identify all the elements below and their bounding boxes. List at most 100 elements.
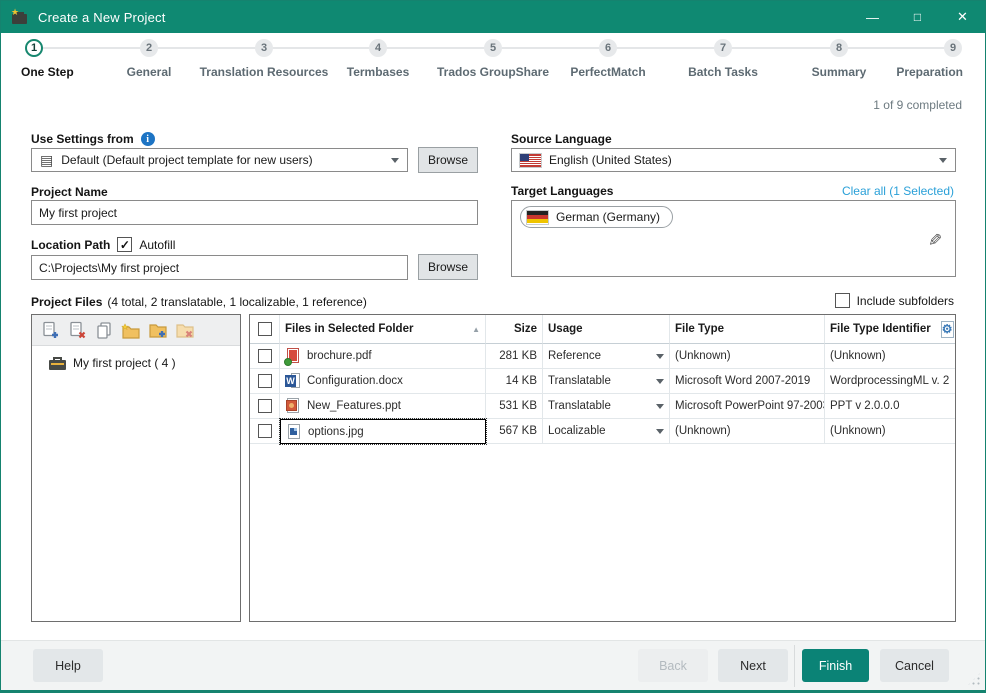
edit-pencil-icon[interactable]: ✎ [928, 231, 942, 251]
open-folder-icon[interactable] [120, 319, 142, 341]
header-files-in-selected-folder[interactable]: Files in Selected Folder ▲ [280, 315, 486, 344]
help-button[interactable]: Help [33, 649, 103, 682]
step-label-batch-tasks[interactable]: Batch Tasks [688, 65, 758, 79]
app-project-icon: ★ [11, 9, 29, 25]
file-type: (Unknown) [670, 344, 825, 369]
source-language-label: Source Language [511, 132, 612, 146]
header-size[interactable]: Size [486, 315, 543, 344]
finish-button[interactable]: Finish [802, 649, 869, 682]
step-circle-3[interactable]: 3 [255, 39, 273, 57]
usage-dropdown[interactable]: Localizable [543, 419, 670, 444]
title-bar: ★ Create a New Project — □ ✕ [1, 1, 985, 33]
project-name-label: Project Name [31, 185, 108, 199]
remove-files-icon[interactable] [66, 319, 88, 341]
usage-dropdown[interactable]: Translatable [543, 369, 670, 394]
table-row[interactable]: New_Features.ppt 531 KB Translatable Mic… [250, 394, 955, 419]
step-circle-6[interactable]: 6 [599, 39, 617, 57]
dialog-footer: Help Back Next Finish Cancel [1, 640, 985, 690]
step-label-termbases[interactable]: Termbases [347, 65, 409, 79]
table-row[interactable]: options.jpg 567 KB Localizable (Unknown)… [250, 419, 955, 444]
project-folder-icon [49, 357, 66, 370]
usage-dropdown[interactable]: Reference [543, 344, 670, 369]
window-title: Create a New Project [38, 10, 166, 25]
step-label-trados-groupshare[interactable]: Trados GroupShare [437, 65, 549, 79]
location-path-field[interactable] [31, 255, 408, 280]
image-file-icon [286, 424, 302, 440]
file-type-identifier: (Unknown) [825, 344, 955, 369]
chevron-down-icon [391, 158, 399, 163]
use-settings-label: Use Settings from i [31, 132, 155, 146]
file-size: 531 KB [486, 394, 543, 419]
project-files-label: Project Files(4 total, 2 translatable, 1… [31, 295, 367, 309]
step-label-one-step[interactable]: One Step [21, 65, 74, 79]
maximize-button[interactable]: □ [895, 1, 940, 33]
step-circle-1[interactable]: 1 [25, 39, 43, 57]
copy-files-icon[interactable] [93, 319, 115, 341]
step-label-preparation[interactable]: Preparation [896, 65, 963, 79]
row-checkbox[interactable] [258, 349, 272, 363]
header-usage[interactable]: Usage [543, 315, 670, 344]
header-file-type-identifier[interactable]: File Type Identifier ⚙ [825, 315, 955, 344]
next-button[interactable]: Next [718, 649, 788, 682]
browse-location-button[interactable]: Browse [418, 254, 478, 280]
clear-all-link[interactable]: Clear all (1 Selected) [842, 184, 954, 198]
select-all-checkbox[interactable] [258, 322, 272, 336]
step-circle-5[interactable]: 5 [484, 39, 502, 57]
step-circle-9[interactable]: 9 [944, 39, 962, 57]
cancel-button[interactable]: Cancel [880, 649, 949, 682]
file-size: 281 KB [486, 344, 543, 369]
include-subfolders-checkbox[interactable] [835, 293, 850, 308]
file-size: 567 KB [486, 419, 543, 444]
settings-template-combobox[interactable]: ▤ Default (Default project template for … [31, 148, 408, 172]
step-circle-7[interactable]: 7 [714, 39, 732, 57]
table-row[interactable]: brochure.pdf 281 KB Reference (Unknown) … [250, 344, 955, 369]
step-circle-2[interactable]: 2 [140, 39, 158, 57]
include-subfolders-label: Include subfolders [857, 294, 954, 308]
target-languages-box[interactable]: German (Germany) ✎ [511, 200, 956, 277]
pdf-file-icon [285, 348, 301, 364]
files-table: Files in Selected Folder ▲ Size Usage Fi… [249, 314, 956, 622]
file-name: options.jpg [308, 426, 364, 438]
wizard-progress-status: 1 of 9 completed [873, 98, 962, 112]
target-language-chip[interactable]: German (Germany) [520, 206, 673, 228]
table-row[interactable]: WConfiguration.docx 14 KB Translatable M… [250, 369, 955, 394]
autofill-checkbox[interactable] [117, 237, 132, 252]
file-name: New_Features.ppt [307, 400, 401, 412]
add-folder-icon[interactable] [147, 319, 169, 341]
file-name: brochure.pdf [307, 350, 372, 362]
target-language-chip-label: German (Germany) [556, 210, 660, 224]
resize-grip[interactable] [967, 672, 981, 686]
source-language-combobox[interactable]: English (United States) [511, 148, 956, 172]
row-checkbox[interactable] [258, 374, 272, 388]
sort-ascending-icon: ▲ [472, 325, 480, 334]
back-button[interactable]: Back [638, 649, 708, 682]
file-type-identifier: WordprocessingML v. 2 [825, 369, 955, 394]
word-file-icon: W [285, 373, 301, 389]
footer-divider [794, 645, 795, 687]
step-circle-4[interactable]: 4 [369, 39, 387, 57]
tree-toolbar [32, 315, 240, 346]
step-label-summary[interactable]: Summary [812, 65, 867, 79]
settings-template-value: Default (Default project template for ne… [61, 153, 312, 167]
file-type-settings-gear-icon[interactable]: ⚙ [941, 321, 954, 338]
header-file-type[interactable]: File Type [670, 315, 825, 344]
file-type: Microsoft PowerPoint 97-2003 [670, 394, 825, 419]
project-name-field[interactable] [31, 200, 478, 225]
browse-settings-button[interactable]: Browse [418, 147, 478, 173]
minimize-button[interactable]: — [850, 1, 895, 33]
step-circle-8[interactable]: 8 [830, 39, 848, 57]
row-checkbox[interactable] [258, 399, 272, 413]
german-flag-icon [527, 211, 548, 224]
tree-root-item[interactable]: My first project ( 4 ) [49, 356, 240, 370]
autofill-label: Autofill [139, 238, 175, 252]
close-button[interactable]: ✕ [940, 1, 985, 33]
row-checkbox[interactable] [258, 424, 272, 438]
usage-dropdown[interactable]: Translatable [543, 394, 670, 419]
focused-file-name-cell[interactable]: options.jpg [280, 419, 486, 444]
step-label-general[interactable]: General [127, 65, 172, 79]
step-label-translation-resources[interactable]: Translation Resources [200, 65, 329, 79]
location-path-label: Location Path Autofill [31, 237, 175, 252]
add-files-icon[interactable] [39, 319, 61, 341]
remove-folder-icon[interactable] [174, 319, 196, 341]
step-label-perfectmatch[interactable]: PerfectMatch [570, 65, 645, 79]
